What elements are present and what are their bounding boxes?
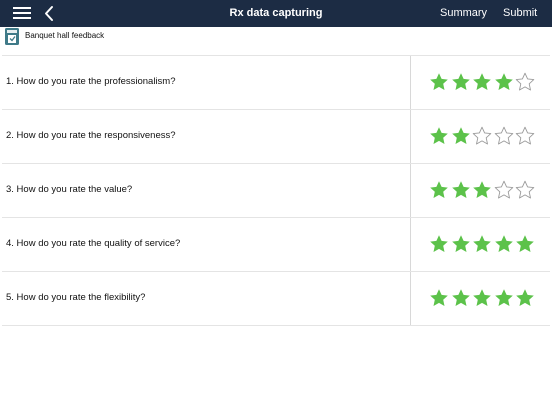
star-filled-icon[interactable] (472, 72, 492, 92)
star-filled-icon[interactable] (472, 234, 492, 254)
question-row: 1. How do you rate the professionalism? (2, 56, 550, 110)
question-text: 5. How do you rate the flexibility? (6, 292, 146, 303)
form-header: Banquet hall feedback (0, 27, 552, 49)
hamburger-menu-icon[interactable] (13, 7, 31, 20)
star-empty-icon[interactable] (515, 126, 535, 146)
star-filled-icon[interactable] (494, 288, 514, 308)
column-divider (410, 164, 411, 217)
column-divider (410, 218, 411, 271)
star-empty-icon[interactable] (494, 180, 514, 200)
column-divider (410, 110, 411, 163)
star-filled-icon[interactable] (451, 126, 471, 146)
star-filled-icon[interactable] (515, 234, 535, 254)
star-empty-icon[interactable] (515, 180, 535, 200)
star-filled-icon[interactable] (472, 180, 492, 200)
star-filled-icon[interactable] (451, 288, 471, 308)
star-filled-icon[interactable] (429, 126, 449, 146)
column-divider (410, 56, 411, 109)
question-text: 1. How do you rate the professionalism? (6, 76, 176, 87)
chevron-left-icon[interactable] (42, 4, 58, 23)
star-filled-icon[interactable] (429, 234, 449, 254)
submit-button[interactable]: Submit (503, 7, 537, 19)
question-text: 3. How do you rate the value? (6, 184, 133, 195)
star-filled-icon[interactable] (494, 234, 514, 254)
star-filled-icon[interactable] (472, 288, 492, 308)
star-empty-icon[interactable] (494, 126, 514, 146)
question-row: 5. How do you rate the flexibility? (2, 272, 550, 326)
star-filled-icon[interactable] (429, 180, 449, 200)
question-row: 3. How do you rate the value? (2, 164, 550, 218)
star-filled-icon[interactable] (451, 234, 471, 254)
question-text: 2. How do you rate the responsiveness? (6, 130, 176, 141)
column-divider (410, 272, 411, 325)
question-text: 4. How do you rate the quality of servic… (6, 238, 181, 249)
star-filled-icon[interactable] (451, 72, 471, 92)
star-filled-icon[interactable] (451, 180, 471, 200)
star-empty-icon[interactable] (515, 72, 535, 92)
questions-list: 1. How do you rate the professionalism? 2… (2, 55, 550, 326)
question-row: 4. How do you rate the quality of servic… (2, 218, 550, 272)
star-filled-icon[interactable] (515, 288, 535, 308)
form-document-icon (5, 28, 19, 45)
star-empty-icon[interactable] (472, 126, 492, 146)
star-filled-icon[interactable] (429, 72, 449, 92)
star-filled-icon[interactable] (429, 288, 449, 308)
form-title: Banquet hall feedback (25, 31, 105, 40)
question-row: 2. How do you rate the responsiveness? (2, 110, 550, 164)
summary-button[interactable]: Summary (440, 7, 487, 19)
star-filled-icon[interactable] (494, 72, 514, 92)
top-navbar: Rx data capturing Summary Submit (0, 0, 552, 27)
